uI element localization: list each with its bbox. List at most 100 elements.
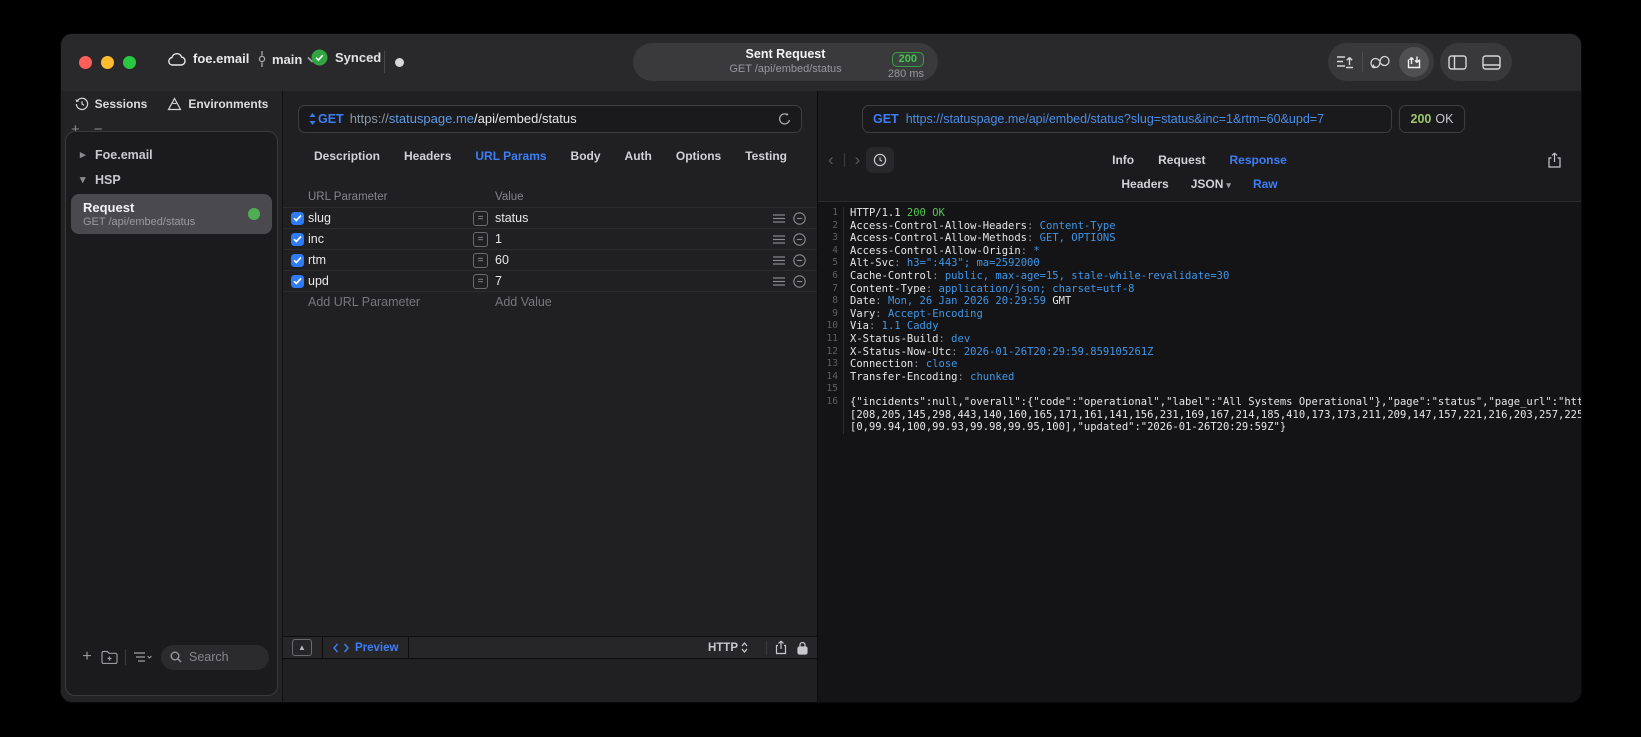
remove-param-icon[interactable] [793, 211, 806, 225]
row-drag-handle-icon[interactable] [773, 255, 785, 265]
chevron-down-icon: ▾ [80, 174, 86, 186]
response-url-box[interactable]: GET https://statuspage.me/api/embed/stat… [862, 105, 1392, 133]
response-nav-row: ‹ › Info Request Response [818, 147, 1581, 173]
sync-status[interactable]: Synced [311, 49, 381, 66]
environments-triangle-icon [167, 97, 182, 111]
tab-options[interactable]: Options [676, 149, 721, 163]
equals-icon: = [473, 210, 488, 226]
tab-headers[interactable]: Headers [404, 149, 451, 163]
param-value[interactable]: 1 [495, 232, 502, 246]
param-name[interactable]: upd [308, 274, 329, 288]
code-line: 3 Access-Control-Allow-Methods: GET, OPTI… [818, 232, 1581, 245]
footer-separator [408, 637, 410, 658]
minimize-window-button[interactable] [101, 56, 114, 69]
response-view-tabs: Headers JSON ▾ Raw [818, 177, 1581, 191]
refresh-icon[interactable] [778, 112, 791, 126]
sent-request-subtitle: GET /api/embed/status [729, 62, 842, 75]
view-json[interactable]: JSON ▾ [1191, 177, 1231, 191]
zoom-window-button[interactable] [123, 56, 136, 69]
params-rows: slug = status inc = 1 rtm = 60 upd = 7 Add URL Param… [283, 207, 818, 312]
merge-session-icon[interactable] [1363, 45, 1397, 79]
request-tabs: Description Headers URL Params Body Auth… [283, 149, 818, 163]
add-param-placeholder[interactable]: Add URL Parameter [308, 295, 420, 309]
close-window-button[interactable] [79, 56, 92, 69]
response-tabs: Info Request Response [818, 147, 1581, 173]
param-enabled-checkbox[interactable] [291, 232, 304, 246]
sessions-tree-panel: ▸ Foe.email ▾ HSP Request GET /api/embed… [65, 131, 278, 696]
code-line: 2 Access-Control-Allow-Headers: Content-T… [818, 219, 1581, 233]
equals-icon: = [473, 273, 488, 289]
tab-body[interactable]: Body [571, 149, 601, 163]
line-number: 10 [818, 320, 844, 333]
code-line: 10 Via: 1.1 Caddy [818, 320, 1581, 333]
project-button[interactable]: foe.email [167, 51, 249, 66]
tab-auth[interactable]: Auth [625, 149, 652, 163]
request-url-bar[interactable]: GET https://statuspage.me/api/embed/stat… [298, 105, 802, 133]
equals-icon: = [473, 231, 488, 247]
protocol-selector[interactable]: HTTP [708, 642, 748, 654]
lock-icon[interactable] [797, 641, 808, 655]
param-enabled-checkbox[interactable] [291, 253, 304, 267]
tab-response[interactable]: Response [1229, 153, 1286, 167]
view-headers[interactable]: Headers [1121, 177, 1168, 191]
add-request-button[interactable]: + [76, 646, 98, 668]
url-scheme: https:// [349, 111, 389, 126]
titlebar-actions-group [1328, 43, 1434, 81]
search-input[interactable] [187, 649, 260, 665]
tab-testing[interactable]: Testing [745, 149, 787, 163]
line-number: 11 [818, 332, 844, 346]
export-response-icon[interactable] [1548, 147, 1561, 173]
line-number: 4 [818, 244, 844, 258]
tree-group-label: Foe.email [95, 147, 153, 162]
view-raw[interactable]: Raw [1253, 177, 1278, 191]
title-bar: foe.email main Synced Sent Request GET /… [61, 34, 1581, 91]
request-duration: 280 ms [887, 68, 924, 81]
export-requests-icon[interactable] [1328, 45, 1362, 79]
sidebar-request-item[interactable]: Request GET /api/embed/status [71, 194, 272, 234]
share-icon[interactable] [775, 640, 787, 655]
param-name[interactable]: rtm [308, 253, 326, 267]
line-number: 8 [818, 295, 844, 308]
add-value-placeholder[interactable]: Add Value [495, 295, 552, 309]
remove-param-icon[interactable] [793, 274, 806, 288]
add-param-row[interactable]: Add URL Parameter Add Value [283, 291, 818, 312]
remove-param-icon[interactable] [793, 232, 806, 246]
param-value[interactable]: status [495, 211, 528, 225]
tab-description[interactable]: Description [314, 149, 380, 163]
row-drag-handle-icon[interactable] [773, 213, 785, 223]
param-name[interactable]: inc [308, 232, 324, 246]
method-selector[interactable]: GET [309, 112, 344, 126]
tab-environments[interactable]: Environments [167, 97, 268, 111]
tab-sessions[interactable]: Sessions [75, 97, 147, 111]
new-folder-icon[interactable] [98, 646, 120, 668]
row-drag-handle-icon[interactable] [773, 276, 785, 286]
response-code[interactable]: 1 HTTP/1.1 200 OK 2 Access-Control-Allow-He… [818, 201, 1581, 702]
line-number: 16 [818, 395, 844, 434]
branch-selector[interactable]: main [257, 51, 317, 67]
tab-request[interactable]: Request [1158, 153, 1205, 167]
tree-group-hsp[interactable]: ▾ HSP [66, 167, 277, 192]
footer-separator [766, 640, 767, 655]
tree-group-foe-email[interactable]: ▸ Foe.email [66, 142, 277, 167]
tab-url-params[interactable]: URL Params [475, 149, 546, 163]
request-status-pill[interactable]: Sent Request GET /api/embed/status 200 2… [633, 43, 938, 81]
sort-list-icon[interactable] [131, 646, 153, 668]
request-name: Request [83, 200, 135, 215]
remove-param-icon[interactable] [793, 253, 806, 267]
param-value[interactable]: 7 [495, 274, 502, 288]
param-enabled-checkbox[interactable] [291, 211, 304, 225]
expand-console-button[interactable]: ▲ [292, 639, 312, 656]
param-name[interactable]: slug [308, 211, 331, 225]
check-circle-icon [311, 49, 328, 66]
preview-button[interactable]: Preview [333, 642, 398, 654]
sidebar-search[interactable] [161, 644, 269, 670]
row-drag-handle-icon[interactable] [773, 234, 785, 244]
param-enabled-checkbox[interactable] [291, 274, 304, 288]
toggle-bottom-panel-icon[interactable] [1474, 45, 1508, 79]
status-code-badge: 200 [891, 52, 924, 68]
toggle-left-sidebar-icon[interactable] [1440, 45, 1474, 79]
tab-info[interactable]: Info [1112, 153, 1134, 167]
resend-request-icon[interactable] [1399, 47, 1429, 77]
param-value[interactable]: 60 [495, 253, 509, 267]
column-url-parameter: URL Parameter [308, 191, 388, 203]
